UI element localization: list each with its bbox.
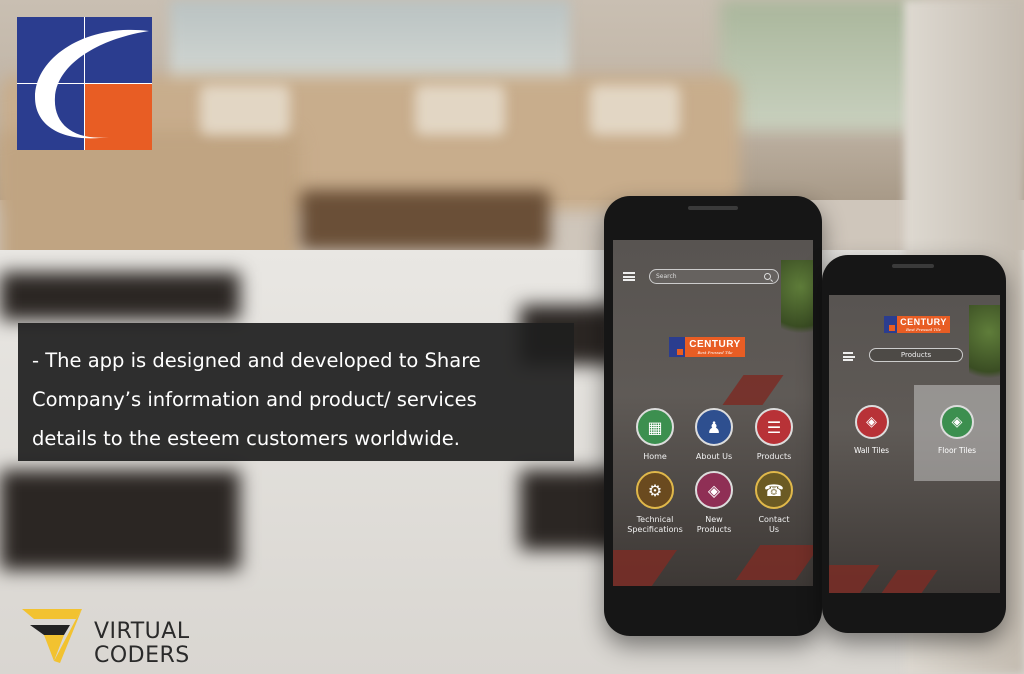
menu-button-home[interactable]: ▦ Home — [625, 408, 685, 462]
search-input[interactable]: Search — [649, 269, 779, 284]
hamburger-menu-icon[interactable] — [843, 352, 855, 361]
menu-label-home: Home — [643, 452, 667, 461]
cube-icon: ◈ — [695, 471, 733, 509]
century-logo — [17, 17, 152, 150]
layers-icon: ☰ — [755, 408, 793, 446]
app-brand-logo: CENTURY Best Pressed Tile — [884, 316, 950, 333]
menu-button-about-us[interactable]: ♟ About Us — [684, 408, 744, 462]
menu-button-contact-us[interactable]: ☎ Contact Us — [744, 471, 804, 535]
caption-line-2: Company’s information and product/ servi… — [32, 388, 477, 411]
phone-icon: ☎ — [755, 471, 793, 509]
tile-box-icon: ◈ — [940, 405, 974, 439]
menu-button-new-products[interactable]: ◈ New Products — [684, 471, 744, 535]
building-icon: ▦ — [636, 408, 674, 446]
gear-icon: ⚙ — [636, 471, 674, 509]
phone-products-mockup: CENTURY Best Pressed Tile Products ◈ Wal… — [822, 255, 1006, 633]
category-label-floor-tiles: Floor Tiles — [937, 446, 977, 455]
menu-button-technical-specifications[interactable]: ⚙ Technical Specifications — [621, 471, 689, 535]
products-screen: CENTURY Best Pressed Tile Products ◈ Wal… — [829, 295, 1000, 593]
virtual-coders-mark-icon — [22, 609, 82, 663]
page-title: Products — [900, 351, 932, 359]
category-floor-tiles[interactable]: ◈ Floor Tiles — [914, 385, 1000, 481]
app-brand-tagline: Best Pressed Tile — [905, 326, 942, 332]
description-caption: - The app is designed and developed to S… — [18, 323, 574, 461]
search-icon[interactable] — [764, 273, 771, 280]
users-icon: ♟ — [695, 408, 733, 446]
caption-line-3: details to the esteem customers worldwid… — [32, 427, 460, 450]
home-screen: Search CENTURY Best Pressed Tile ▦ Home … — [613, 240, 813, 586]
developer-name-line1: VIRTUAL — [94, 619, 190, 644]
developer-name-line2: CODERS — [94, 643, 190, 668]
app-brand-name: CENTURY — [900, 316, 947, 327]
app-brand-logo: CENTURY Best Pressed Tile — [669, 337, 745, 357]
products-title-pill: Products — [869, 348, 963, 362]
menu-label-products: Products — [756, 452, 792, 461]
app-brand-name: CENTURY — [689, 338, 741, 350]
category-wall-tiles[interactable]: ◈ Wall Tiles — [829, 385, 914, 481]
app-brand-tagline: Best Pressed Tile — [697, 349, 733, 355]
menu-button-products[interactable]: ☰ Products — [744, 408, 804, 462]
search-placeholder: Search — [656, 273, 677, 280]
menu-label-technical-specifications: Technical Specifications — [627, 515, 683, 534]
menu-label-contact-us: Contact Us — [758, 515, 790, 534]
caption-line-1: - The app is designed and developed to S… — [32, 349, 481, 372]
menu-label-about-us: About Us — [695, 452, 733, 461]
menu-label-new-products: New Products — [696, 515, 732, 534]
tile-box-icon: ◈ — [854, 405, 889, 439]
phone-home-mockup: Search CENTURY Best Pressed Tile ▦ Home … — [604, 196, 822, 636]
hamburger-menu-icon[interactable] — [623, 272, 635, 281]
virtual-coders-logo: VIRTUAL CODERS — [20, 605, 200, 668]
category-label-wall-tiles: Wall Tiles — [853, 446, 890, 455]
